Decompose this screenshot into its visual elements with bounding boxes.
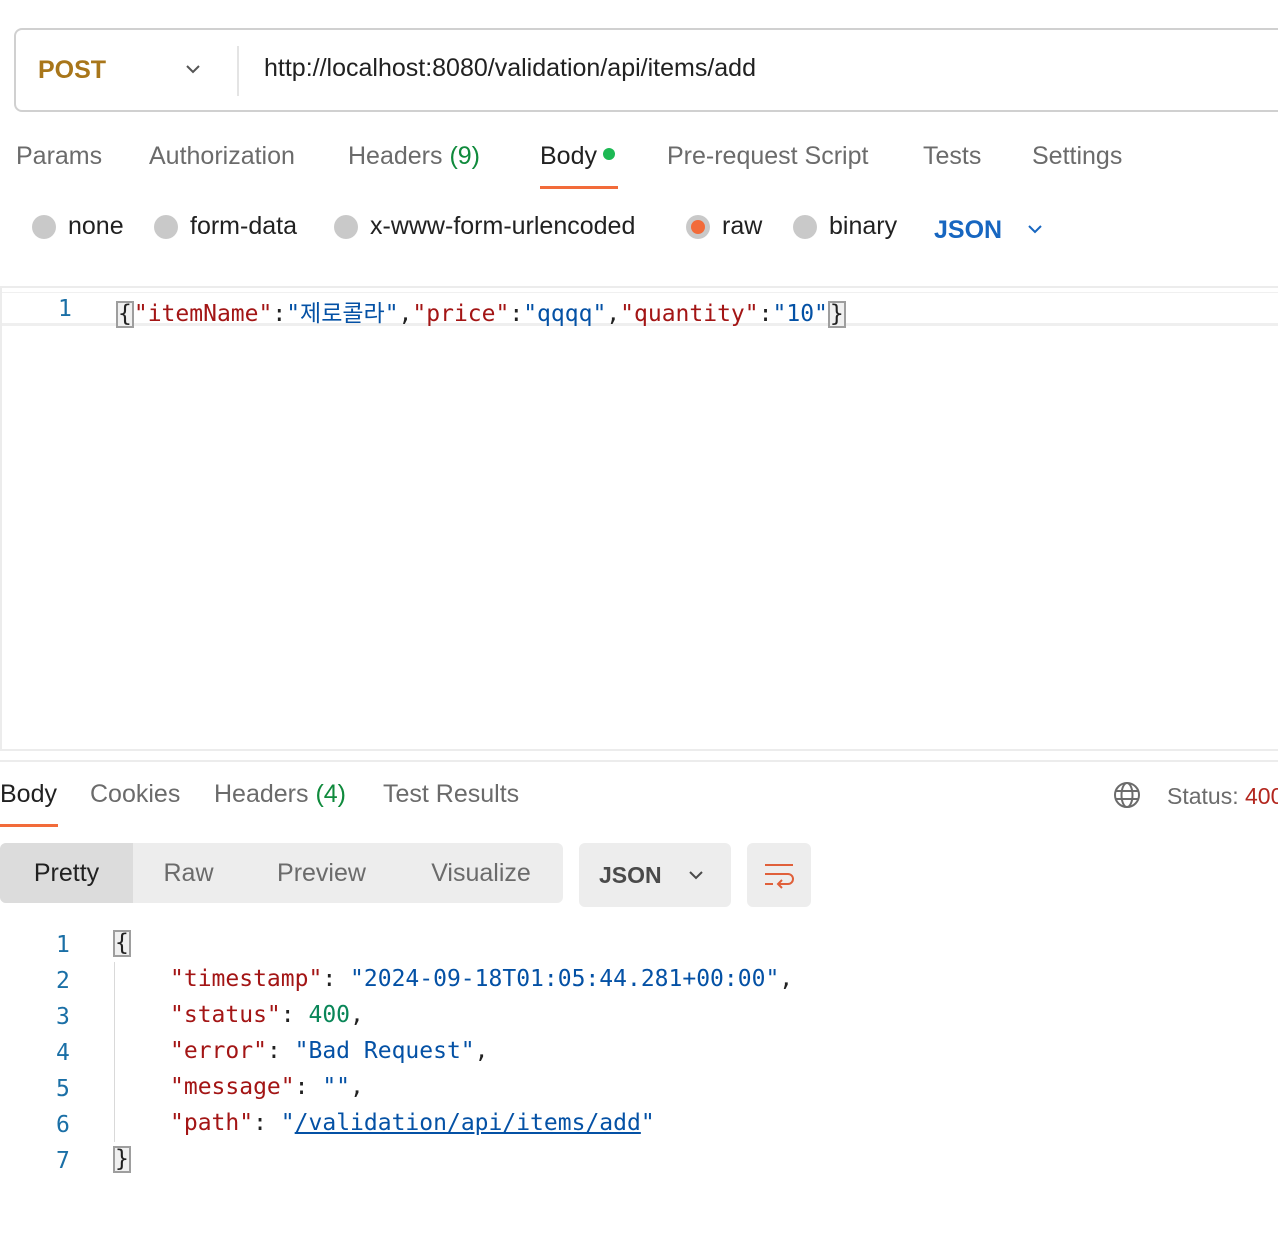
radio-circle-icon bbox=[154, 214, 178, 239]
url-divider bbox=[237, 46, 239, 96]
radio-raw[interactable]: raw bbox=[686, 212, 762, 241]
status-code: 400 bbox=[1245, 783, 1278, 809]
line-number: 1 bbox=[58, 296, 72, 322]
response-line: "message": "", bbox=[170, 1074, 364, 1100]
line-number: 6 bbox=[56, 1112, 70, 1138]
response-line: { bbox=[113, 930, 131, 957]
radio-form-data[interactable]: form-data bbox=[154, 212, 297, 241]
chevron-down-icon bbox=[689, 871, 703, 880]
json-key: "price" bbox=[412, 301, 510, 327]
line-number: 5 bbox=[56, 1076, 70, 1102]
status-label: Status: bbox=[1167, 783, 1239, 809]
response-tab-cookies[interactable]: Cookies bbox=[90, 780, 180, 809]
globe-icon[interactable] bbox=[1112, 780, 1142, 810]
radio-binary-label: binary bbox=[829, 212, 898, 240]
response-tab-body[interactable]: Body bbox=[0, 780, 57, 809]
view-preview[interactable]: Preview bbox=[244, 843, 399, 903]
response-status[interactable]: Status: 400 bbox=[1167, 783, 1278, 810]
chevron-down-icon[interactable] bbox=[1024, 218, 1046, 240]
radio-none[interactable]: none bbox=[32, 212, 124, 241]
headers-count: (9) bbox=[449, 142, 481, 170]
close-brace: } bbox=[827, 301, 846, 328]
view-raw[interactable]: Raw bbox=[133, 843, 244, 903]
response-tab-headers[interactable]: Headers (4) bbox=[214, 780, 346, 809]
json-key: "itemName" bbox=[133, 301, 273, 327]
json-value: "Bad Request" bbox=[294, 1038, 475, 1064]
json-key: "status" bbox=[170, 1002, 281, 1028]
line-number: 4 bbox=[56, 1040, 70, 1066]
wrap-lines-button[interactable] bbox=[747, 843, 811, 907]
json-key: "error" bbox=[170, 1038, 267, 1064]
tab-settings[interactable]: Settings bbox=[1032, 142, 1122, 171]
indent-guide bbox=[114, 962, 115, 1142]
tab-authorization[interactable]: Authorization bbox=[149, 142, 295, 171]
response-view-mode: Pretty Raw Preview Visualize bbox=[0, 843, 563, 903]
json-key: "quantity" bbox=[620, 301, 759, 327]
modified-dot-icon bbox=[602, 148, 615, 161]
json-key: "path" bbox=[170, 1110, 254, 1136]
response-tab-headers-label: Headers bbox=[214, 780, 309, 808]
tab-body[interactable]: Body bbox=[540, 142, 615, 171]
radio-none-label: none bbox=[68, 212, 124, 240]
radio-urlencoded[interactable]: x-www-form-urlencoded bbox=[334, 212, 635, 241]
line-number: 1 bbox=[56, 932, 70, 958]
response-line: "path": "/validation/api/items/add" bbox=[170, 1110, 655, 1136]
request-tabs: Params Authorization Headers (9) Body Pr… bbox=[0, 138, 1278, 194]
tab-prerequest-script[interactable]: Pre-request Script bbox=[667, 142, 868, 171]
tab-body-label: Body bbox=[540, 142, 597, 170]
json-value: "2024-09-18T01:05:44.281+00:00" bbox=[350, 966, 780, 992]
tab-headers-label: Headers bbox=[348, 142, 443, 170]
radio-circle-icon bbox=[334, 214, 358, 239]
response-format-select[interactable]: JSON bbox=[579, 843, 731, 907]
radio-raw-label: raw bbox=[722, 212, 763, 240]
radio-circle-icon bbox=[32, 214, 56, 239]
json-value: "10" bbox=[772, 301, 828, 327]
tab-params[interactable]: Params bbox=[16, 142, 102, 171]
tab-headers[interactable]: Headers (9) bbox=[348, 142, 480, 171]
view-visualize[interactable]: Visualize bbox=[399, 843, 563, 903]
path-link[interactable]: /validation/api/items/add bbox=[295, 1110, 641, 1136]
request-body-editor[interactable]: 1 {"itemName":"제로콜라","price":"qqqq","qua… bbox=[0, 286, 1278, 751]
body-mode-options: none form-data x-www-form-urlencoded raw… bbox=[0, 208, 1278, 252]
json-key: "message" bbox=[170, 1074, 295, 1100]
open-brace: { bbox=[113, 930, 131, 957]
response-headers-count: (4) bbox=[315, 780, 347, 808]
chevron-down-icon[interactable] bbox=[182, 58, 204, 80]
radio-form-data-label: form-data bbox=[190, 212, 297, 240]
json-key: "timestamp" bbox=[170, 966, 323, 992]
request-body-line: {"itemName":"제로콜라","price":"qqqq","quant… bbox=[116, 301, 846, 328]
line-number: 2 bbox=[56, 968, 70, 994]
response-format-label: JSON bbox=[599, 862, 662, 888]
response-line: "timestamp": "2024-09-18T01:05:44.281+00… bbox=[170, 966, 794, 992]
view-pretty[interactable]: Pretty bbox=[0, 843, 133, 903]
tab-tests[interactable]: Tests bbox=[923, 142, 981, 171]
response-line: "error": "Bad Request", bbox=[170, 1038, 489, 1064]
json-value: "제로콜라" bbox=[286, 301, 399, 327]
radio-selected-icon bbox=[686, 214, 710, 239]
url-input[interactable]: http://localhost:8080/validation/api/ite… bbox=[264, 54, 756, 83]
wrap-lines-icon bbox=[765, 864, 794, 889]
active-response-tab-indicator bbox=[0, 824, 58, 827]
open-brace: { bbox=[116, 301, 134, 328]
body-language-select[interactable]: JSON bbox=[934, 216, 1002, 245]
json-value: "qqqq" bbox=[523, 301, 607, 327]
json-value: "" bbox=[322, 1074, 351, 1100]
radio-urlencoded-label: x-www-form-urlencoded bbox=[370, 212, 636, 240]
response-divider bbox=[0, 760, 1278, 762]
request-url-bar: POST http://localhost:8080/validation/ap… bbox=[14, 28, 1278, 112]
response-tab-test-results[interactable]: Test Results bbox=[383, 780, 519, 809]
close-brace: } bbox=[113, 1146, 131, 1173]
response-line: "status": 400, bbox=[170, 1002, 364, 1028]
response-line: } bbox=[113, 1146, 131, 1173]
active-tab-indicator bbox=[540, 186, 618, 189]
line-number: 7 bbox=[56, 1148, 70, 1174]
radio-circle-icon bbox=[793, 214, 817, 239]
method-select[interactable]: POST bbox=[38, 56, 106, 85]
line-number: 3 bbox=[56, 1004, 70, 1030]
json-value: 400 bbox=[308, 1002, 351, 1028]
radio-binary[interactable]: binary bbox=[793, 212, 897, 241]
